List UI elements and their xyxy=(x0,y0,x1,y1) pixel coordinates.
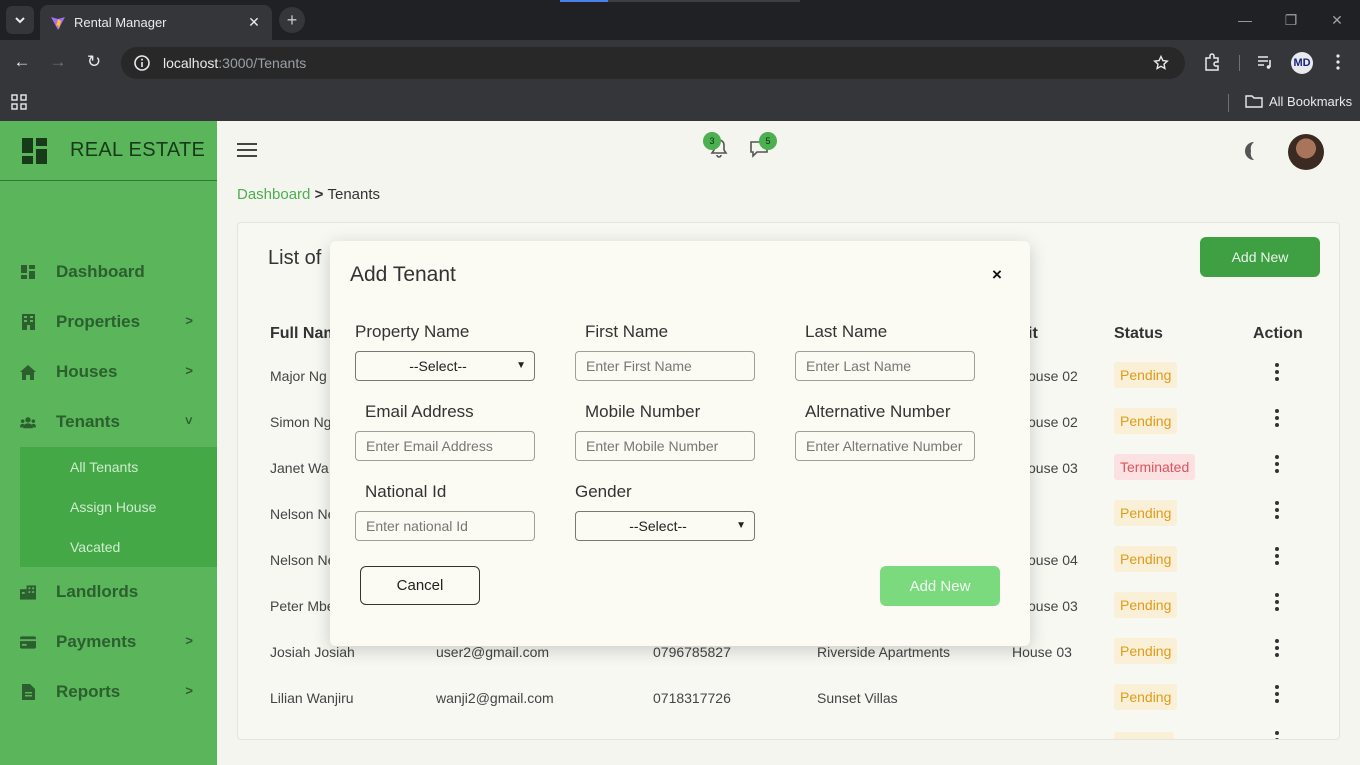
cancel-button[interactable]: Cancel xyxy=(360,566,480,605)
first-name-input[interactable] xyxy=(575,351,755,381)
last-name-label: Last Name xyxy=(805,322,888,341)
first-name-label: First Name xyxy=(585,322,669,341)
property-select-value: --Select-- xyxy=(409,358,467,374)
email-input[interactable] xyxy=(355,431,535,461)
add-new-button[interactable]: Add New xyxy=(880,566,1000,606)
modal-title: Add Tenant xyxy=(350,263,456,286)
chevron-down-icon: ▼ xyxy=(516,360,526,371)
chevron-down-icon: ▼ xyxy=(736,520,746,531)
national-id-input[interactable] xyxy=(355,511,535,541)
last-name-input[interactable] xyxy=(795,351,975,381)
gender-select[interactable]: --Select-- ▼ xyxy=(575,511,755,541)
add-tenant-modal: Add Tenant × Property Name --Select-- ▼ … xyxy=(330,241,1030,646)
close-icon[interactable]: × xyxy=(992,265,1002,285)
gender-label: Gender xyxy=(575,482,632,501)
modal-overlay: Add Tenant × Property Name --Select-- ▼ … xyxy=(0,0,1360,765)
mobile-number-input[interactable] xyxy=(575,431,755,461)
email-label: Email Address xyxy=(365,402,474,421)
gender-select-value: --Select-- xyxy=(629,518,687,534)
property-name-select[interactable]: --Select-- ▼ xyxy=(355,351,535,381)
alternative-number-input[interactable] xyxy=(795,431,975,461)
national-id-label: National Id xyxy=(365,482,447,501)
mobile-number-label: Mobile Number xyxy=(585,402,701,421)
alternative-number-label: Alternative Number xyxy=(805,402,951,421)
property-name-label: Property Name xyxy=(355,322,470,341)
